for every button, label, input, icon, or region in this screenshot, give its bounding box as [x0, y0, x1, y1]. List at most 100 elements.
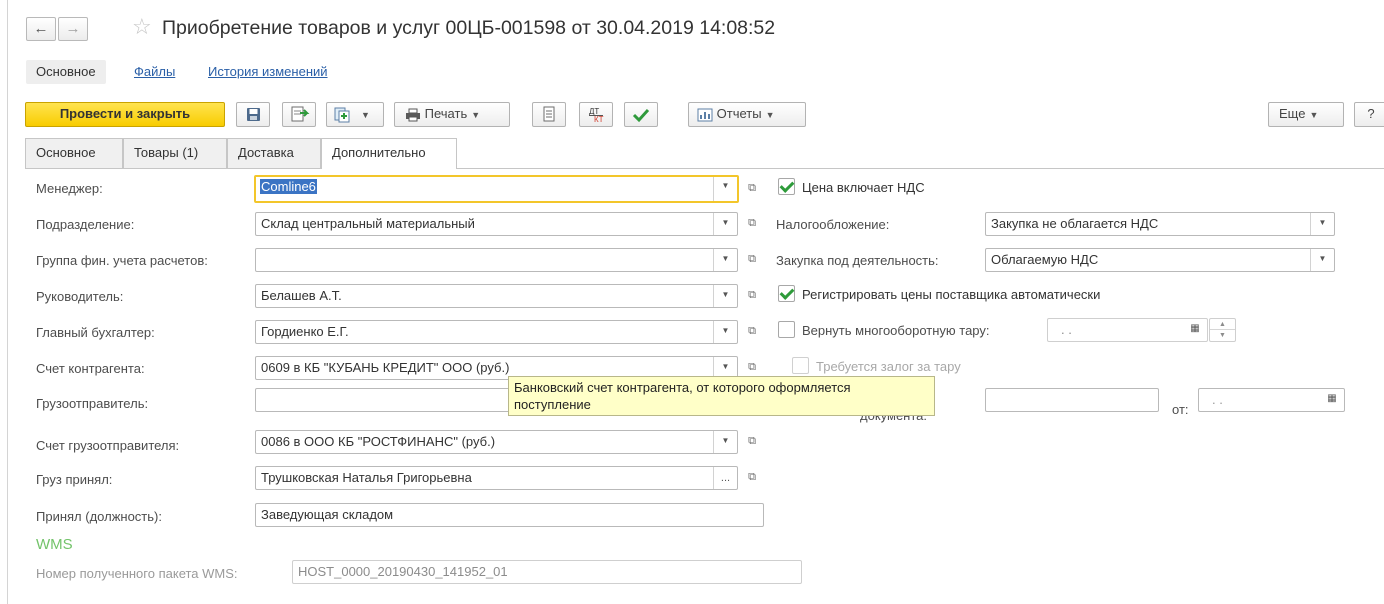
taxation-dropdown[interactable]: ▼ — [1310, 213, 1334, 235]
division-field[interactable]: Склад центральный материальный ▼ — [255, 212, 738, 236]
taxation-field[interactable]: Закупка не облагается НДС ▼ — [985, 212, 1335, 236]
back-button[interactable]: ← — [26, 17, 56, 41]
create-based-on-button[interactable]: ▼ — [326, 102, 384, 127]
print-label: Печать — [424, 106, 468, 121]
spin-down-icon[interactable]: ▼ — [1210, 330, 1235, 341]
tab-goods[interactable]: Товары (1) — [123, 138, 227, 168]
forward-button[interactable]: → — [58, 17, 88, 41]
fin-group-label: Группа фин. учета расчетов: — [36, 253, 208, 268]
spin-up-icon[interactable]: ▲ — [1210, 319, 1235, 330]
reports-label: Отчеты — [716, 106, 762, 121]
chief-accountant-field[interactable]: Гордиенко Е.Г. ▼ — [255, 320, 738, 344]
shipper-account-dropdown[interactable]: ▼ — [713, 431, 737, 453]
check-button[interactable] — [624, 102, 658, 127]
division-open-button[interactable]: ⧉ — [742, 212, 762, 236]
open-icon: ⧉ — [748, 253, 756, 265]
reports-button[interactable]: Отчеты ▼ — [688, 102, 806, 127]
head-field[interactable]: Белашев А.Т. ▼ — [255, 284, 738, 308]
chevron-down-icon: ▼ — [721, 290, 730, 299]
form-tab-main[interactable]: Основное — [26, 60, 106, 84]
more-button[interactable]: Еще ▼ — [1268, 102, 1344, 127]
chevron-down-icon: ▼ — [721, 326, 730, 335]
debit-credit-button[interactable]: ДТ КТ — [579, 102, 613, 127]
print-button[interactable]: Печать ▼ — [394, 102, 510, 127]
fin-group-dropdown[interactable]: ▼ — [713, 249, 737, 271]
help-button[interactable]: ? — [1354, 102, 1384, 127]
chief-accountant-dropdown[interactable]: ▼ — [713, 321, 737, 343]
division-label: Подразделение: — [36, 217, 135, 232]
received-by-open-button[interactable]: ⧉ — [742, 466, 762, 490]
document-number-field[interactable] — [985, 388, 1159, 412]
report-icon — [697, 108, 713, 122]
form-tab-history[interactable]: История изменений — [208, 60, 328, 84]
purchase-activity-dropdown[interactable]: ▼ — [1310, 249, 1334, 271]
received-by-label: Груз принял: — [36, 472, 113, 487]
return-tare-checkbox[interactable] — [778, 321, 795, 338]
chevron-down-icon: ▼ — [361, 110, 370, 120]
document-status-button[interactable] — [282, 102, 316, 127]
save-button[interactable] — [236, 102, 270, 127]
price-includes-vat-checkbox[interactable] — [778, 178, 795, 195]
received-by-field[interactable]: Трушковская Наталья Григорьевна ... — [255, 466, 738, 490]
head-label: Руководитель: — [36, 289, 124, 304]
received-position-field[interactable]: Заведующая складом — [255, 503, 764, 527]
chief-accountant-open-button[interactable]: ⧉ — [742, 320, 762, 344]
taxation-value: Закупка не облагается НДС — [991, 216, 1159, 231]
tooltip: Банковский счет контрагента, от которого… — [508, 376, 935, 416]
register-prices-checkbox[interactable] — [778, 285, 795, 302]
journal-button[interactable] — [532, 102, 566, 127]
head-value: Белашев А.Т. — [261, 288, 342, 303]
head-open-button[interactable]: ⧉ — [742, 284, 762, 308]
post-and-close-button[interactable]: Провести и закрыть — [25, 102, 225, 127]
wms-package-value: HOST_0000_20190430_141952_01 — [298, 564, 508, 579]
shipper-account-label: Счет грузоотправителя: — [36, 438, 180, 453]
document-date-field[interactable]: . . ▦ — [1198, 388, 1345, 412]
purchase-activity-field[interactable]: Облагаемую НДС ▼ — [985, 248, 1335, 272]
shipper-account-field[interactable]: 0086 в ООО КБ "РОСТФИНАНС" (руб.) ▼ — [255, 430, 738, 454]
manager-dropdown[interactable]: ▼ — [713, 177, 737, 201]
chevron-down-icon: ▼ — [471, 110, 481, 120]
manager-open-button[interactable]: ⧉ — [742, 177, 762, 201]
document-date-placeholder: . . — [1212, 392, 1223, 407]
wms-package-field: HOST_0000_20190430_141952_01 — [292, 560, 802, 584]
shipper-account-open-button[interactable]: ⧉ — [742, 430, 762, 454]
calendar-icon: ▦ — [1327, 393, 1337, 404]
shipper-field[interactable] — [255, 388, 515, 412]
return-tare-date-field[interactable]: . . ▦ — [1047, 318, 1208, 342]
fin-group-field[interactable]: ▼ — [255, 248, 738, 272]
tab-additional[interactable]: Дополнительно — [321, 138, 457, 169]
received-by-select-button[interactable]: ... — [713, 467, 737, 489]
return-tare-spinner[interactable]: ▲ ▼ — [1209, 318, 1236, 342]
chevron-down-icon: ▼ — [1318, 218, 1327, 227]
chevron-down-icon: ▼ — [721, 254, 730, 263]
svg-text:КТ: КТ — [594, 115, 604, 124]
division-dropdown[interactable]: ▼ — [713, 213, 737, 235]
tab-delivery[interactable]: Доставка — [227, 138, 321, 168]
arrow-left-icon: ← — [33, 20, 49, 37]
open-icon: ⧉ — [748, 435, 756, 447]
fin-group-open-button[interactable]: ⧉ — [742, 248, 762, 272]
form-tab-files[interactable]: Файлы — [134, 60, 175, 84]
tooltip-line1: Банковский счет контрагента, от которого… — [514, 380, 851, 395]
head-dropdown[interactable]: ▼ — [713, 285, 737, 307]
calendar-button[interactable]: ▦ — [1183, 319, 1207, 341]
page-title: Приобретение товаров и услуг 00ЦБ-001598… — [162, 17, 776, 39]
chevron-down-icon: ▼ — [721, 436, 730, 445]
received-position-label: Принял (должность): — [36, 509, 162, 524]
chevron-down-icon: ▼ — [721, 362, 730, 371]
tare-deposit-checkbox[interactable] — [792, 357, 809, 374]
window-border — [7, 0, 8, 604]
chief-accountant-label: Главный бухгалтер: — [36, 325, 155, 340]
received-by-value: Трушковская Наталья Григорьевна — [261, 470, 472, 485]
save-icon — [247, 107, 260, 121]
chief-accountant-value: Гордиенко Е.Г. — [261, 324, 349, 339]
printer-icon — [406, 108, 420, 122]
shipper-account-value: 0086 в ООО КБ "РОСТФИНАНС" (руб.) — [261, 434, 496, 449]
manager-value: Comline6 — [260, 179, 317, 194]
star-icon[interactable]: ☆ — [132, 14, 152, 40]
calendar-button[interactable]: ▦ — [1320, 389, 1344, 411]
open-icon: ⧉ — [748, 361, 756, 373]
tab-main[interactable]: Основное — [25, 138, 123, 168]
manager-field[interactable]: Comline6 ▼ — [254, 175, 739, 203]
price-includes-vat-label: Цена включает НДС — [802, 180, 925, 195]
